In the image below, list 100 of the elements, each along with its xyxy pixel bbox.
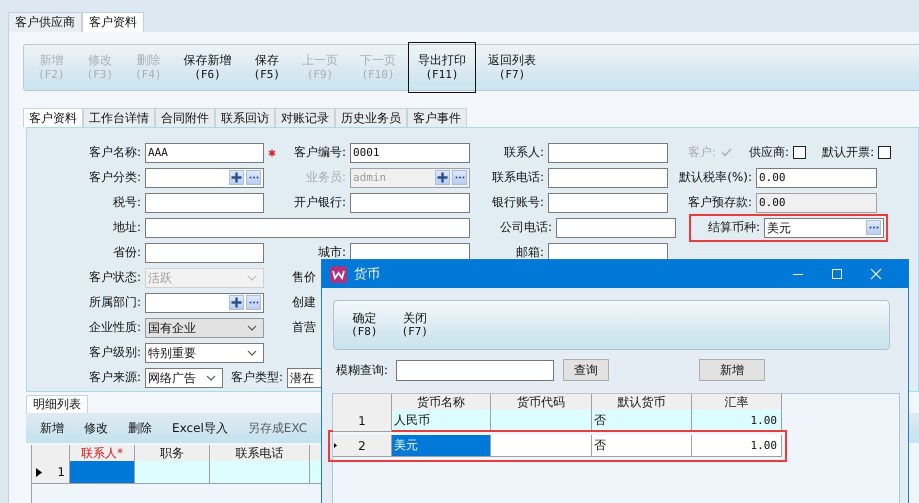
text-field[interactable] [548,168,668,188]
field-label: 售价 [292,269,316,286]
toolbar-button[interactable]: 保存 (F5) [244,48,290,87]
search-button[interactable]: 查询 [563,359,609,381]
field-label: 业务员: [304,169,347,186]
plus-icon[interactable] [229,295,244,310]
select-field[interactable]: 国有企业 [145,318,264,338]
picker-field[interactable] [145,292,264,312]
toolbar-button[interactable]: 新增 [40,420,64,436]
field-label: 客户编号: [292,144,347,161]
text-field[interactable]: 0.00 [756,168,877,188]
toolbar-button[interactable]: 保存新增 (F6) [174,48,242,87]
table-cell[interactable]: 美元 [392,435,491,457]
checkbox-label: 供应商: [749,144,790,161]
text-field[interactable]: AAA [145,142,264,162]
field-label: 结算币种: [706,219,761,236]
toolbar-button[interactable]: 返回列表 (F7) [478,48,546,87]
table-cell[interactable]: 人民币 [392,410,491,432]
checkbox-label: 默认开票: [822,144,874,161]
ellipsis-icon[interactable] [246,295,261,310]
form-tab[interactable]: 联系回访 [215,108,275,127]
ellipsis-icon[interactable] [246,170,261,185]
toolbar-button[interactable]: 关闭 (F7) [390,311,439,339]
maximize-icon[interactable] [831,268,843,280]
table-cell[interactable] [491,410,592,432]
field-label: 地址: [112,219,142,236]
field-label: 税号: [112,194,142,211]
select-field[interactable]: 特别重要 [145,342,264,362]
select-field[interactable]: 网络广告 [145,368,223,388]
ellipsis-icon[interactable] [866,220,881,235]
text-field[interactable] [145,242,264,262]
checkbox[interactable] [878,146,892,159]
table-cell[interactable] [210,461,310,484]
toolbar-button[interactable]: 修改 [84,420,108,436]
field-label: 省份: [112,244,142,261]
text-field[interactable]: 0.00 [756,192,877,212]
field-label: 城市: [316,244,347,261]
table-cell[interactable]: 否 [592,410,692,432]
table-cell[interactable]: 1.00 [692,410,782,432]
checkbox-label: 客户: [688,144,716,161]
field-label: 客户预存款: [686,194,753,211]
text-field[interactable] [548,192,668,212]
table-cell[interactable] [491,435,592,457]
picker-field[interactable] [145,168,264,188]
checkbox[interactable] [793,146,806,159]
plus-icon[interactable] [229,170,244,185]
field-label: 客户状态: [88,269,142,286]
field-label: 企业性质: [88,319,142,336]
table-cell[interactable]: 1.00 [692,435,782,457]
field-label: 银行账号: [490,194,545,211]
row-header[interactable]: 1 [32,461,70,484]
add-button[interactable]: 新增 [699,359,765,381]
table-cell[interactable]: 否 [592,435,692,457]
toolbar-button[interactable]: 确定 (F8) [340,311,388,339]
app-logo-icon [330,266,347,282]
toolbar-button[interactable]: 删除 [128,420,152,436]
detail-tab[interactable]: 明细列表 [26,395,88,413]
field-label: 邮箱: [514,244,545,261]
form-tab[interactable]: 工作台详情 [83,108,155,127]
toolbar-button[interactable]: 导出打印 (F11) [408,42,476,93]
field-label: 联系电话: [490,169,545,186]
text-field[interactable] [145,192,264,212]
field-label: 创建 [292,294,316,311]
search-label: 模糊查询: [336,362,390,378]
form-tab[interactable]: 客户事件 [407,108,467,127]
field-label: 公司电话: [498,219,553,236]
text-field[interactable] [145,218,470,238]
lookup-field[interactable]: 美元 [764,218,884,238]
text-field[interactable] [350,192,470,212]
search-field[interactable] [396,360,554,380]
page-tab[interactable]: 客户资料 [82,12,144,32]
field-label: 首营 [292,319,316,336]
chevron-down-icon [247,274,257,280]
form-tab[interactable]: 合同附件 [155,108,215,127]
chevron-down-icon [206,374,216,380]
plus-icon[interactable] [435,170,450,185]
page-tab[interactable]: 客户供应商 [8,12,82,32]
field-label: 所属部门: [88,294,142,311]
current-row-icon [334,443,337,448]
field-label: 客户类型: [231,369,284,386]
field-label: 客户名称: [88,144,142,161]
table-cell[interactable] [70,461,135,484]
text-field[interactable] [548,142,668,162]
toolbar-button[interactable]: Excel导入 [172,420,228,436]
field-label: 开户银行: [292,194,347,211]
form-tab[interactable]: 客户资料 [23,108,83,127]
chevron-down-icon [247,324,257,330]
form-tab[interactable]: 历史业务员 [335,108,407,127]
text-field[interactable] [556,218,676,238]
field-label: 客户分类: [88,169,142,186]
ellipsis-icon[interactable] [452,170,467,185]
row-header[interactable]: 2 [333,435,392,457]
text-field[interactable]: 0001 [350,142,470,162]
row-header[interactable]: 1 [333,410,392,432]
window-title: 货币 [354,266,380,283]
close-icon[interactable] [870,268,882,280]
field-label: 客户来源: [88,369,142,386]
table-cell[interactable] [135,461,210,484]
field-label: 默认税率(%): [678,169,753,186]
form-tab[interactable]: 对账记录 [275,108,335,127]
